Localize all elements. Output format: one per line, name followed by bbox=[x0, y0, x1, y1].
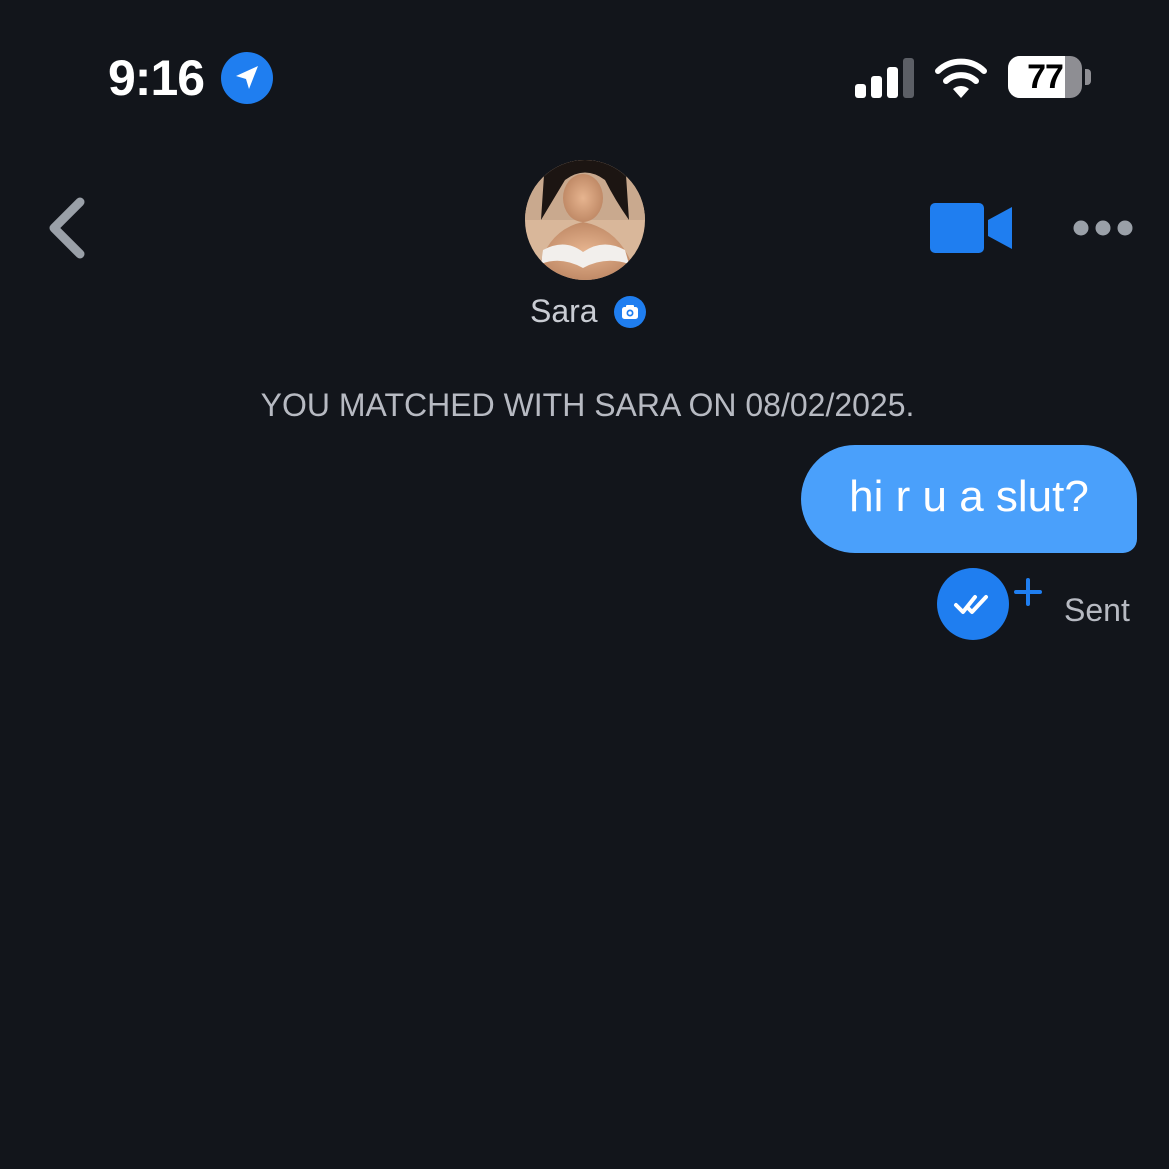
battery-level: 77 bbox=[1027, 58, 1064, 96]
message-status: Sent bbox=[1064, 592, 1130, 628]
match-notice: YOU MATCHED WITH SARA ON 08/02/2025. bbox=[260, 387, 915, 423]
double-check-icon[interactable] bbox=[937, 568, 1009, 640]
back-button[interactable] bbox=[40, 190, 100, 270]
status-time: 9:16 bbox=[108, 50, 205, 106]
message-text: hi r u a slut? bbox=[849, 472, 1089, 521]
battery-icon: 77 bbox=[1008, 56, 1082, 98]
chat-screen: 9:16 77 Sara YOU MATCHED WITH SARA ON 08… bbox=[0, 0, 1169, 1169]
avatar[interactable] bbox=[525, 160, 645, 280]
plus-icon[interactable] bbox=[1012, 576, 1044, 608]
wifi-icon bbox=[935, 58, 987, 98]
cellular-signal-icon bbox=[855, 58, 914, 98]
battery-nub bbox=[1085, 69, 1091, 85]
outgoing-message-bubble[interactable]: hi r u a slut? bbox=[801, 445, 1137, 553]
location-arrow-icon bbox=[221, 52, 273, 104]
video-call-button[interactable] bbox=[928, 200, 1016, 256]
more-options-button[interactable] bbox=[1070, 212, 1140, 244]
camera-verified-icon bbox=[614, 296, 646, 328]
contact-name[interactable]: Sara bbox=[530, 290, 598, 332]
